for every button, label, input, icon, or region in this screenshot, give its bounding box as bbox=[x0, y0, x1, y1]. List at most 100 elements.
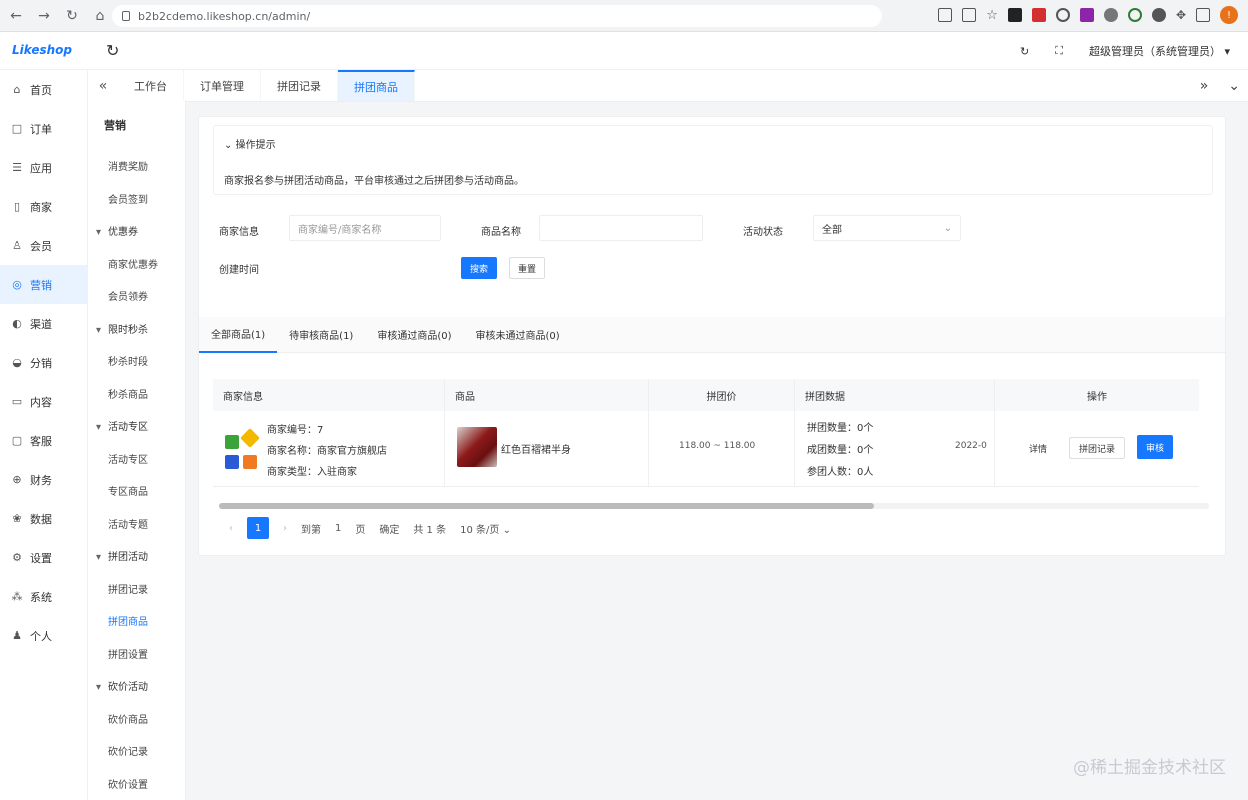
sidebar-item[interactable]: ☰ 应用 bbox=[0, 148, 87, 187]
seller-input[interactable]: 商家编号/商家名称 bbox=[289, 215, 441, 241]
sidebar-item[interactable]: ⊕ 财务 bbox=[0, 460, 87, 499]
sub-menu-item[interactable]: 秒杀商品 bbox=[88, 380, 185, 413]
data-icon: ❀ bbox=[12, 512, 22, 525]
tabs-menu-icon[interactable]: ⌄ bbox=[1228, 78, 1240, 94]
th-seller: 商家信息 bbox=[213, 379, 445, 411]
sidebar-item[interactable]: ♟ 个人 bbox=[0, 616, 87, 655]
marketing-icon: ◎ bbox=[12, 278, 22, 291]
sub-menu-group[interactable]: 砍价活动 bbox=[88, 672, 185, 705]
key-icon[interactable] bbox=[938, 8, 953, 22]
profile-avatar[interactable]: ! bbox=[1220, 6, 1238, 24]
sub-menu-item[interactable]: 拼团商品 bbox=[88, 607, 185, 640]
sub-menu-item[interactable]: 活动专题 bbox=[88, 510, 185, 543]
page-tab[interactable]: 工作台 bbox=[118, 70, 184, 101]
app-header: Likeshop ↻ ↻ ⛶ 超级管理员（系统管理员） ▾ bbox=[0, 32, 1248, 70]
page-tab[interactable]: 订单管理 bbox=[184, 70, 261, 101]
tips-panel: ⌄ 操作提示 商家报名参与拼团活动商品，平台审核通过之后拼团参与活动商品。 bbox=[213, 125, 1213, 195]
scroll-right-icon[interactable]: » bbox=[1200, 78, 1209, 94]
sub-menu-item[interactable]: 砍价记录 bbox=[88, 737, 185, 770]
sidebar-item[interactable]: ◒ 分销 bbox=[0, 343, 87, 382]
prev-page-icon[interactable]: ‹ bbox=[229, 523, 233, 534]
page-tab[interactable]: 拼团商品 bbox=[338, 70, 415, 101]
goods-cell: 红色百褶裙半身 bbox=[445, 411, 649, 486]
page-number[interactable]: 1 bbox=[247, 517, 269, 539]
goods-input[interactable] bbox=[539, 215, 703, 241]
back-icon[interactable]: ← bbox=[4, 4, 28, 28]
collapse-left-icon[interactable]: « bbox=[88, 70, 118, 101]
sub-menu-item[interactable]: 拼团记录 bbox=[88, 575, 185, 608]
goto-input[interactable]: 1 bbox=[335, 523, 341, 534]
sidebar-item[interactable]: ⌂ 首页 bbox=[0, 70, 87, 109]
confirm-button[interactable]: 确定 bbox=[379, 521, 399, 536]
sub-menu-item[interactable]: 消费奖励 bbox=[88, 152, 185, 185]
sidebar-item[interactable]: ⚙ 设置 bbox=[0, 538, 87, 577]
sidebar-item-label: 应用 bbox=[30, 161, 52, 175]
sidebar-item[interactable]: ◎ 营销 bbox=[0, 265, 87, 304]
sub-menu-item[interactable]: 秒杀时段 bbox=[88, 347, 185, 380]
next-page-icon[interactable]: › bbox=[283, 523, 287, 534]
extension-icon[interactable] bbox=[1151, 8, 1166, 22]
goods-image bbox=[457, 427, 497, 467]
sub-menu-group[interactable]: 活动专区 bbox=[88, 412, 185, 445]
tips-title[interactable]: ⌄ 操作提示 bbox=[224, 136, 276, 151]
sub-menu-group[interactable]: 拼团活动 bbox=[88, 542, 185, 575]
refresh-small-icon[interactable]: ↻ bbox=[1020, 45, 1029, 58]
sub-menu-item[interactable]: 会员签到 bbox=[88, 185, 185, 218]
sub-menu-group[interactable]: 优惠券 bbox=[88, 217, 185, 250]
extension-icons: ☆ ✥ ! bbox=[938, 6, 1238, 24]
sub-menu-item[interactable]: 商家优惠券 bbox=[88, 250, 185, 283]
extension-icon[interactable] bbox=[1031, 8, 1046, 22]
sidebar-item[interactable]: ⁂ 系统 bbox=[0, 577, 87, 616]
search-button[interactable]: 搜索 bbox=[461, 257, 497, 279]
scrollbar-thumb[interactable] bbox=[219, 503, 874, 509]
reload-icon[interactable]: ↻ bbox=[60, 4, 84, 28]
status-tab[interactable]: 审核未通过商品(0) bbox=[464, 317, 572, 353]
address-bar[interactable]: b2b2cdemo.likeshop.cn/admin/ bbox=[112, 5, 882, 27]
status-tab[interactable]: 审核通过商品(0) bbox=[365, 317, 463, 353]
share-icon[interactable] bbox=[962, 8, 977, 22]
sidebar-item[interactable]: □ 订单 bbox=[0, 109, 87, 148]
sidebar-item[interactable]: ❀ 数据 bbox=[0, 499, 87, 538]
sidebar-item[interactable]: ▢ 客服 bbox=[0, 421, 87, 460]
user-icon: ♙ bbox=[12, 239, 22, 252]
sub-menu-item[interactable]: 会员领券 bbox=[88, 282, 185, 315]
extension-icon[interactable] bbox=[1103, 8, 1118, 22]
puzzle-icon[interactable]: ✥ bbox=[1176, 8, 1186, 22]
sub-menu-item[interactable]: 砍价设置 bbox=[88, 770, 185, 800]
forward-icon[interactable]: → bbox=[32, 4, 56, 28]
extension-icon[interactable] bbox=[1127, 8, 1142, 22]
extension-icon[interactable] bbox=[1007, 8, 1022, 22]
star-icon[interactable]: ☆ bbox=[986, 8, 998, 23]
page-size-select[interactable]: 10 条/页 ⌄ bbox=[460, 521, 511, 536]
data-cell: 拼团数量：0个 成团数量：0个 参团人数：0人 2022-0 bbox=[795, 411, 995, 486]
home-browser-icon[interactable]: ⌂ bbox=[88, 4, 112, 28]
sidebar-item[interactable]: ▭ 内容 bbox=[0, 382, 87, 421]
extension-icon[interactable] bbox=[1079, 8, 1094, 22]
reset-button[interactable]: 重置 bbox=[509, 257, 545, 279]
sub-menu-group[interactable]: 限时秒杀 bbox=[88, 315, 185, 348]
fullscreen-icon[interactable]: ⛶ bbox=[1055, 44, 1063, 58]
group-record-button[interactable]: 拼团记录 bbox=[1069, 437, 1125, 459]
sub-menu-item[interactable]: 拼团设置 bbox=[88, 640, 185, 673]
status-select[interactable]: 全部 ⌄ bbox=[813, 215, 961, 241]
status-tab[interactable]: 待审核商品(1) bbox=[277, 317, 365, 353]
sub-menu-item[interactable]: 活动专区 bbox=[88, 445, 185, 478]
extension-icon[interactable] bbox=[1055, 8, 1070, 22]
sub-menu-item[interactable]: 砍价商品 bbox=[88, 705, 185, 738]
sidebar-item[interactable]: ◐ 渠道 bbox=[0, 304, 87, 343]
sub-menu-item[interactable]: 专区商品 bbox=[88, 477, 185, 510]
sidebar-item[interactable]: ♙ 会员 bbox=[0, 226, 87, 265]
page-tab[interactable]: 拼团记录 bbox=[261, 70, 338, 101]
sidepanel-icon[interactable] bbox=[1196, 8, 1210, 22]
settings-icon: ⚙ bbox=[12, 551, 22, 564]
audit-button[interactable]: 审核 bbox=[1137, 435, 1173, 459]
admin-menu[interactable]: 超级管理员（系统管理员） ▾ bbox=[1089, 43, 1230, 59]
sidebar-item[interactable]: ▯ 商家 bbox=[0, 187, 87, 226]
sidebar-item-label: 商家 bbox=[30, 200, 52, 214]
refresh-icon[interactable]: ↻ bbox=[106, 41, 119, 60]
horizontal-scrollbar[interactable] bbox=[219, 503, 1209, 509]
status-tab[interactable]: 全部商品(1) bbox=[199, 317, 278, 353]
detail-button[interactable]: 详情 bbox=[1021, 437, 1055, 459]
goods-table: 商家信息 商品 拼团价 拼团数据 操作 商家编号：7 商家名称：商家官方旗舰店 … bbox=[213, 379, 1199, 487]
chevron-down-icon: ⌄ bbox=[224, 140, 233, 151]
